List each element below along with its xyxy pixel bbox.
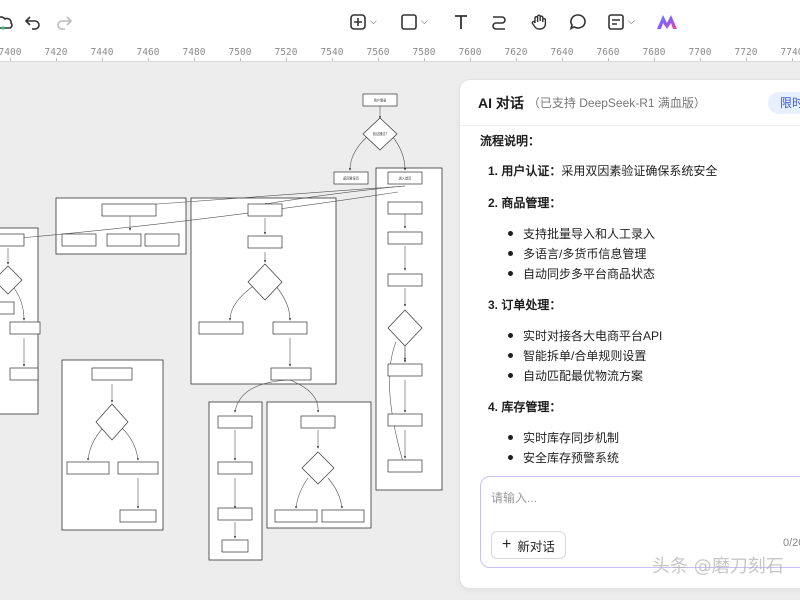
response-intro: 流程说明： [480,134,541,148]
list-item: 安全库存预警系统 [508,449,619,466]
list-item: 自动同步多平台商品状态 [508,265,655,282]
ruler-tick-mark [194,58,195,61]
decision-label: 验证通过? [373,131,388,136]
retry-node-label: 返回登录页 [343,176,359,181]
section-title: 4. 库存管理： [488,400,562,414]
chat-response: 流程说明： 1. 用户认证：采用双因素验证确保系统安全 2. 商品管理： 支持批… [478,130,798,470]
ruler-tick-mark [286,58,287,61]
list-item: 自动匹配最优物流方案 [508,367,643,384]
text-icon[interactable] [452,8,470,36]
ruler-tick-mark [10,58,11,61]
input-placeholder: 请输入... [491,491,538,505]
ruler-tick-label: 7720 [734,47,758,58]
ruler-tick-mark [608,58,609,61]
ruler-tick-label: 7680 [642,47,666,58]
panel-header: AI 对话 （已支持 DeepSeek-R1 满血版） 限时 [460,80,800,126]
list-item: 实时对接各大电商平台API [508,327,662,344]
list-item: 支持批量导入和人工录入 [508,225,655,242]
panel-subtitle: （已支持 DeepSeek-R1 满血版） [527,96,706,110]
new-chat-label: 新对话 [517,539,555,554]
chevron-down-icon: ⌵ [628,17,635,27]
ruler-tick-mark [332,58,333,61]
hand-icon[interactable] [530,8,548,36]
ruler-tick-mark [378,58,379,61]
ruler-tick-label: 7640 [550,47,574,58]
ruler-tick-label: 7700 [688,47,712,58]
ruler-tick-mark [470,58,471,61]
ai-chat-panel: AI 对话 （已支持 DeepSeek-R1 满血版） 限时 流程说明： 1. … [460,80,800,588]
list-item: 实时库存同步机制 [508,429,619,446]
redo-icon[interactable] [55,8,73,36]
chevron-down-icon: ⌵ [370,17,377,27]
char-counter: 0/20 [783,537,800,549]
start-node-label: 用户登录 [374,98,388,103]
ruler-tick-mark [700,58,701,61]
shape-icon[interactable]: ⌵ [400,8,428,36]
ai-logo-icon[interactable] [655,8,679,36]
ruler-tick-mark [56,58,57,61]
undo-icon[interactable] [24,8,42,36]
ruler-tick-mark [746,58,747,61]
ruler-tick-label: 7480 [182,47,206,58]
ruler-tick-label: 7560 [366,47,390,58]
plus-icon: + [502,536,512,553]
comment-icon[interactable] [569,8,587,36]
home-node-label: 进入首页 [399,176,412,181]
connector-icon[interactable] [490,8,508,36]
ruler-tick-mark [654,58,655,61]
section-title: 1. 用户认证：采用双因素验证确保系统安全 [488,164,718,178]
watermark: 头条 @磨刀刻石 [652,556,784,577]
cloud-sync-icon[interactable] [0,8,14,36]
ruler-tick-label: 7620 [504,47,528,58]
ruler-tick-label: 7660 [596,47,620,58]
ruler-tick-mark [562,58,563,61]
ruler-tick-label: 7740 [780,47,800,58]
ruler-tick-mark [424,58,425,61]
note-icon[interactable]: ⌵ [607,8,635,36]
section-title: 2. 商品管理： [488,196,562,210]
ruler-tick-mark [148,58,149,61]
ruler-tick-mark [102,58,103,61]
ruler-tick-label: 7580 [412,47,436,58]
ruler-tick-label: 7540 [320,47,344,58]
ruler-tick-label: 7520 [274,47,298,58]
ruler-tick-label: 7420 [44,47,68,58]
ruler-tick-mark [240,58,241,61]
ruler-tick-mark [792,58,793,61]
ruler-tick-label: 7460 [136,47,160,58]
limited-time-badge[interactable]: 限时 [768,92,800,114]
horizontal-ruler: 7400 7420 7440 7460 7480 7500 7520 7540 7560 7580… [0,44,800,62]
ruler-tick-label: 7400 [0,47,22,58]
ruler-tick-mark [516,58,517,61]
ruler-tick-label: 7500 [228,47,252,58]
panel-title: AI 对话 [478,94,524,111]
ruler-tick-label: 7440 [90,47,114,58]
list-item: 多语言/多货币信息管理 [508,245,646,262]
new-chat-button[interactable]: + 新对话 [491,531,566,559]
top-toolbar: ⌵ ⌵ ⌵ [0,0,800,44]
section-title: 3. 订单处理： [488,298,562,312]
list-item: 智能拆单/合单规则设置 [508,347,646,364]
chevron-down-icon: ⌵ [421,17,428,27]
ruler-tick-label: 7600 [458,47,482,58]
insert-icon[interactable]: ⌵ [349,8,377,36]
